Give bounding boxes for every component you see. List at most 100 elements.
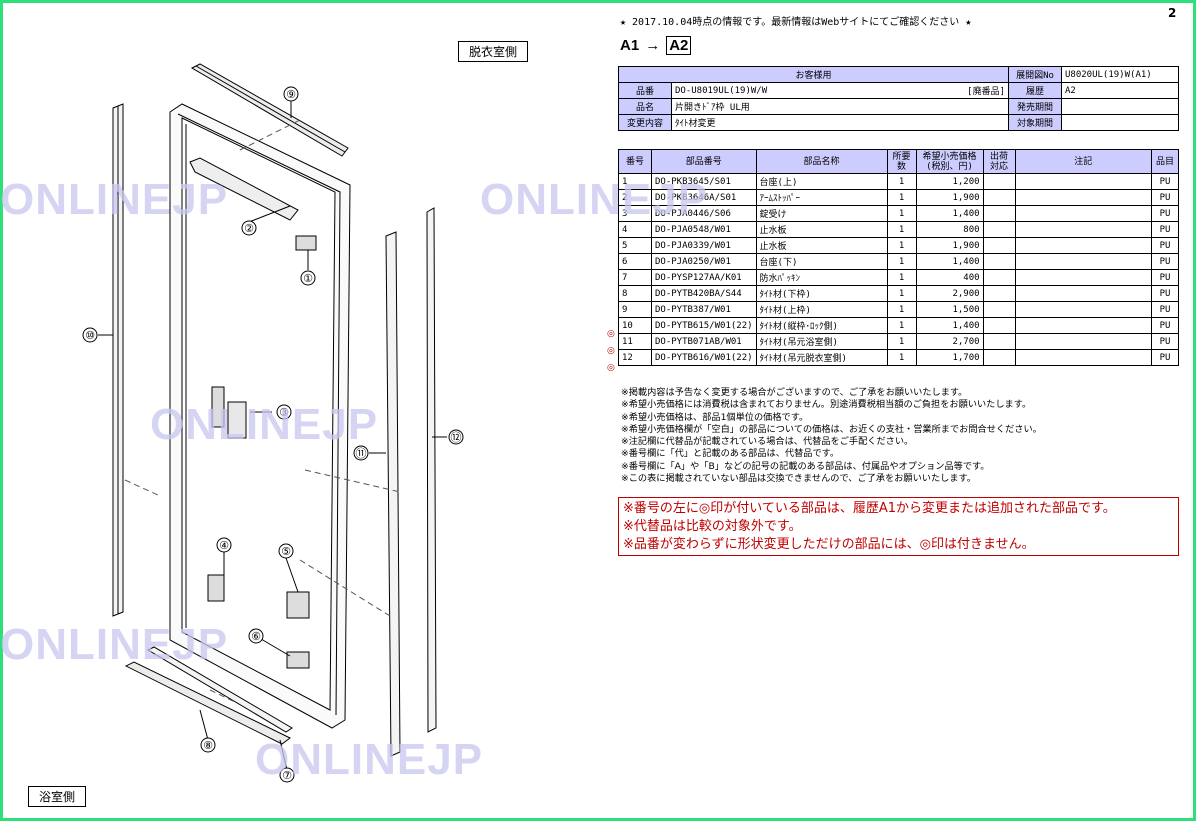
- cell-name: 台座(下): [755, 253, 888, 270]
- cell-name: 止水板: [755, 237, 888, 254]
- cell-price: 1,900: [915, 189, 984, 206]
- revision-from: A1: [620, 37, 640, 54]
- cell-note: [1014, 285, 1153, 302]
- cell-note: [1014, 333, 1153, 350]
- cell-part: DO-PYSP127AA/K01: [651, 269, 757, 286]
- note-line: ※番号欄に「代」と記載のある部品は、代替品です。: [621, 448, 840, 460]
- cell-note: [1014, 301, 1153, 318]
- dressing-room-label: 脱衣室側: [458, 41, 529, 62]
- cell-qty: 1: [886, 205, 917, 222]
- cell-qty: 1: [886, 237, 917, 254]
- callout-8: ⑧: [203, 739, 213, 752]
- cell-no: 11: [618, 333, 652, 350]
- col-qty: 所要数: [886, 149, 917, 174]
- cell-name: ﾀｲﾄ材(下枠): [755, 285, 888, 302]
- cell-ship: [982, 285, 1016, 302]
- cell-price: 2,700: [915, 333, 984, 350]
- callout-1: ①: [303, 272, 313, 285]
- cell-price: 400: [915, 269, 984, 286]
- cell-part: DO-PJA0250/W01: [651, 253, 757, 270]
- cell-no: 12: [618, 349, 652, 366]
- cell-name: ﾀｲﾄ材(吊元脱衣室側): [755, 349, 888, 366]
- table-row: 6 DO-PJA0250/W01 台座(下) 1 1,400 PU: [618, 253, 1179, 270]
- table-row: 9 DO-PYTB387/W01 ﾀｲﾄ材(上枠) 1 1,500 PU: [618, 301, 1179, 318]
- cell-ship: [982, 301, 1016, 318]
- cell-item: PU: [1151, 269, 1179, 286]
- cell-part: DO-PYTB071AB/W01: [651, 333, 757, 350]
- info-label: 変更内容: [618, 114, 672, 131]
- product-info-table: お客様用 展開図No U8020UL(19)W(A1) 品番 DO-U8019U…: [618, 66, 1179, 131]
- part-5-plate: [286, 591, 310, 619]
- cell-ship: [982, 269, 1016, 286]
- info-value: DO-U8019UL(19)W/W: [670, 82, 904, 99]
- cell-item: PU: [1151, 333, 1179, 350]
- col-part-number: 部品番号: [651, 149, 757, 174]
- part-12-strip: [426, 207, 437, 733]
- red-note: ※品番が変わらずに形状変更しただけの部品には、◎印は付きません。: [623, 537, 1035, 552]
- callout-10: ⑩: [85, 329, 95, 342]
- note-line: ※希望小売価格欄が「空白」の部品についての価格は、お近くの支社・営業所までお問合…: [621, 423, 1042, 435]
- cell-item: PU: [1151, 253, 1179, 270]
- part-6-base: [286, 651, 310, 669]
- changed-mark-icon: ◎: [607, 346, 615, 356]
- cell-item: PU: [1151, 317, 1179, 334]
- cell-ship: [982, 189, 1016, 206]
- col-no: 番号: [618, 149, 652, 174]
- info-label: 品名: [618, 98, 672, 115]
- col-ship: 出荷 対応: [982, 149, 1016, 174]
- cell-item: PU: [1151, 189, 1179, 206]
- exploded-label: 展開図No: [1008, 66, 1062, 83]
- cell-ship: [982, 349, 1016, 366]
- revision-indicator: A1 → A2: [620, 36, 692, 55]
- callout-12: ⑫: [451, 431, 462, 444]
- cell-qty: 1: [886, 269, 917, 286]
- note-line: ※注記欄に代替品が記載されている場合は、代替品をご手配ください。: [621, 436, 914, 448]
- col-note: 注記: [1014, 149, 1153, 174]
- cell-ship: [982, 173, 1016, 190]
- exploded-value: U8020UL(19)W(A1): [1061, 66, 1179, 83]
- cell-no: 9: [618, 301, 652, 318]
- info-value: 片開きﾄﾞｱ枠 UL用: [671, 98, 1009, 115]
- page-number: 2: [1168, 6, 1177, 20]
- cell-price: 800: [915, 221, 984, 238]
- info-label: 品番: [618, 82, 672, 99]
- cell-qty: 1: [886, 317, 917, 334]
- cell-name: ﾀｲﾄ材(上枠): [755, 301, 888, 318]
- watermark: ONLINEJP: [150, 400, 379, 449]
- table-row: 11 DO-PYTB071AB/W01 ﾀｲﾄ材(吊元浴室側) 1 2,700 PU: [618, 333, 1179, 350]
- notes-list: ※掲載内容は予告なく変更する場合がございますので、ご了承をお願いいたします。 ※…: [621, 387, 1042, 485]
- cell-price: 1,200: [915, 173, 984, 190]
- note-line: ※この表に掲載されていない部品は交換できませんので、ご了承をお願いいたします。: [621, 473, 976, 485]
- info-value: [1061, 98, 1179, 115]
- cell-item: PU: [1151, 205, 1179, 222]
- cell-part: DO-PJA0339/W01: [651, 237, 757, 254]
- callout-4: ④: [219, 539, 229, 552]
- table-row: 5 DO-PJA0339/W01 止水板 1 1,900 PU: [618, 237, 1179, 254]
- note-line: ※掲載内容は予告なく変更する場合がございますので、ご了承をお願いいたします。: [621, 387, 968, 398]
- cell-price: 1,400: [915, 205, 984, 222]
- cell-no: 5: [618, 237, 652, 254]
- cell-qty: 1: [886, 349, 917, 366]
- callout-2: ②: [244, 222, 254, 235]
- cell-note: [1014, 173, 1153, 190]
- customer-header: お客様用: [618, 66, 1009, 83]
- cell-note: [1014, 237, 1153, 254]
- cell-note: [1014, 205, 1153, 222]
- cell-item: PU: [1151, 285, 1179, 302]
- cell-item: PU: [1151, 349, 1179, 366]
- cell-name: ｱｰﾑｽﾄｯﾊﾟｰ: [755, 189, 888, 206]
- table-row: 7 DO-PYSP127AA/K01 防水ﾊﾟｯｷﾝ 1 400 PU: [618, 269, 1179, 286]
- info-value: A2: [1061, 82, 1179, 99]
- changed-mark-icon: ◎: [607, 363, 615, 373]
- info-label: 対象期間: [1008, 114, 1062, 131]
- col-item: 品目: [1151, 149, 1179, 174]
- cell-note: [1014, 189, 1153, 206]
- cell-name: ﾀｲﾄ材(吊元浴室側): [755, 333, 888, 350]
- cell-name: 台座(上): [755, 173, 888, 190]
- cell-price: 1,500: [915, 301, 984, 318]
- cell-qty: 1: [886, 221, 917, 238]
- red-note: ※代替品は比較の対象外です。: [623, 519, 802, 534]
- info-notice: ★ 2017.10.04時点の情報です。最新情報はWebサイトにてご確認ください…: [620, 17, 972, 28]
- table-row: 12 DO-PYTB616/W01(22) ﾀｲﾄ材(吊元脱衣室側) 1 1,700 PU: [618, 349, 1179, 366]
- cell-note: [1014, 317, 1153, 334]
